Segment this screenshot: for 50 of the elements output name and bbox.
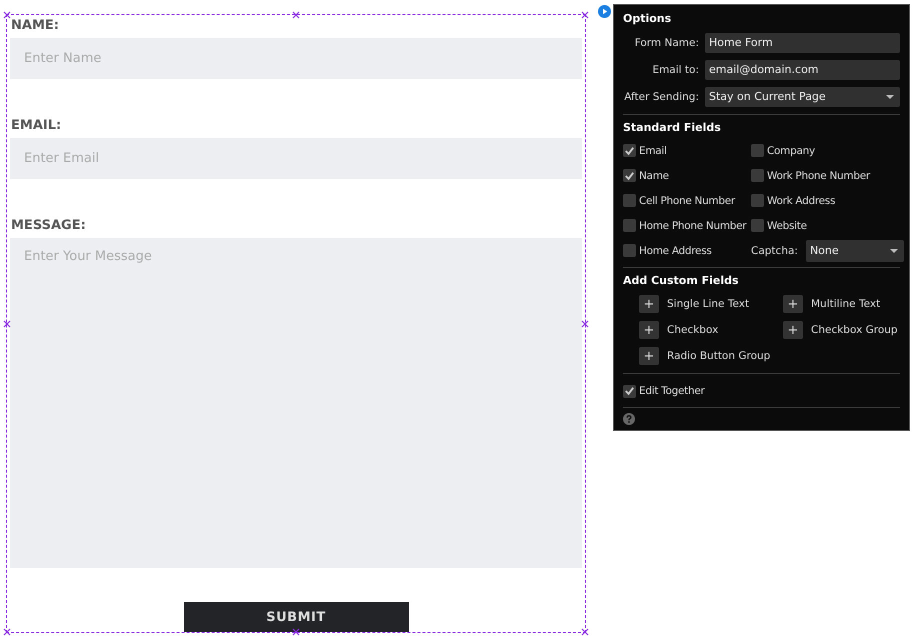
resize-handle-icon[interactable] xyxy=(581,11,589,19)
message-field[interactable]: Enter Your Message xyxy=(10,238,582,568)
help-icon[interactable] xyxy=(623,413,635,425)
field-type-label: Checkbox Group xyxy=(811,324,898,336)
checkbox[interactable]: Website xyxy=(751,213,904,238)
checkbox[interactable]: Name xyxy=(623,163,751,188)
add-button[interactable]: + xyxy=(783,295,803,313)
resize-handle-icon[interactable] xyxy=(3,628,11,636)
field-type-label: Checkbox xyxy=(667,324,718,336)
setting-label: After Sending: xyxy=(623,90,700,102)
captcha-label: Captcha: xyxy=(751,244,798,256)
field-type-label: Single Line Text xyxy=(667,298,750,310)
submit-button[interactable]: SUBMIT xyxy=(184,602,408,632)
field-label: NAME: xyxy=(11,18,59,35)
text-field[interactable]: email@domain.com xyxy=(705,60,900,80)
checkbox[interactable]: Home Address xyxy=(623,238,751,263)
resize-handle-icon[interactable] xyxy=(292,11,300,19)
checkbox[interactable]: Work Address xyxy=(751,188,904,213)
section-title: Options xyxy=(623,11,672,27)
add-button[interactable]: + xyxy=(639,321,659,339)
add-button[interactable]: + xyxy=(639,347,659,365)
setting-label: Email to: xyxy=(651,64,700,76)
resize-handle-icon[interactable] xyxy=(3,320,11,328)
field-label: MESSAGE: xyxy=(11,218,86,235)
resize-handle-icon[interactable] xyxy=(292,628,300,636)
play-icon[interactable] xyxy=(598,5,611,18)
add-button[interactable]: + xyxy=(639,295,659,313)
field-label: EMAIL: xyxy=(11,118,62,135)
resize-handle-icon[interactable] xyxy=(581,628,589,636)
resize-handle-icon[interactable] xyxy=(581,320,589,328)
input-field[interactable]: Enter Name xyxy=(10,38,582,79)
field-type-label: Multiline Text xyxy=(811,298,880,310)
field-type-label: Radio Button Group xyxy=(667,350,770,362)
setting-label: Form Name: xyxy=(634,36,700,48)
checkbox[interactable]: Cell Phone Number xyxy=(623,188,751,213)
input-field[interactable]: Enter Email xyxy=(10,138,582,179)
section-title: Add Custom Fields xyxy=(623,273,740,289)
checkbox[interactable]: Work Phone Number xyxy=(751,163,904,188)
add-button[interactable]: + xyxy=(783,321,803,339)
dropdown[interactable]: Stay on Current Page xyxy=(705,86,900,106)
checkbox[interactable]: Email xyxy=(623,138,751,163)
caret-icon xyxy=(890,248,898,252)
checkbox[interactable]: Home Phone Number xyxy=(623,213,751,238)
checkbox[interactable]: Company xyxy=(751,138,904,163)
resize-handle-icon[interactable] xyxy=(3,11,11,19)
captcha-dropdown[interactable]: None xyxy=(806,240,904,262)
section-title: Standard Fields xyxy=(623,120,722,136)
checkbox[interactable]: Edit Together xyxy=(623,379,900,403)
text-field[interactable]: Home Form xyxy=(705,32,900,52)
caret-icon xyxy=(886,94,894,98)
